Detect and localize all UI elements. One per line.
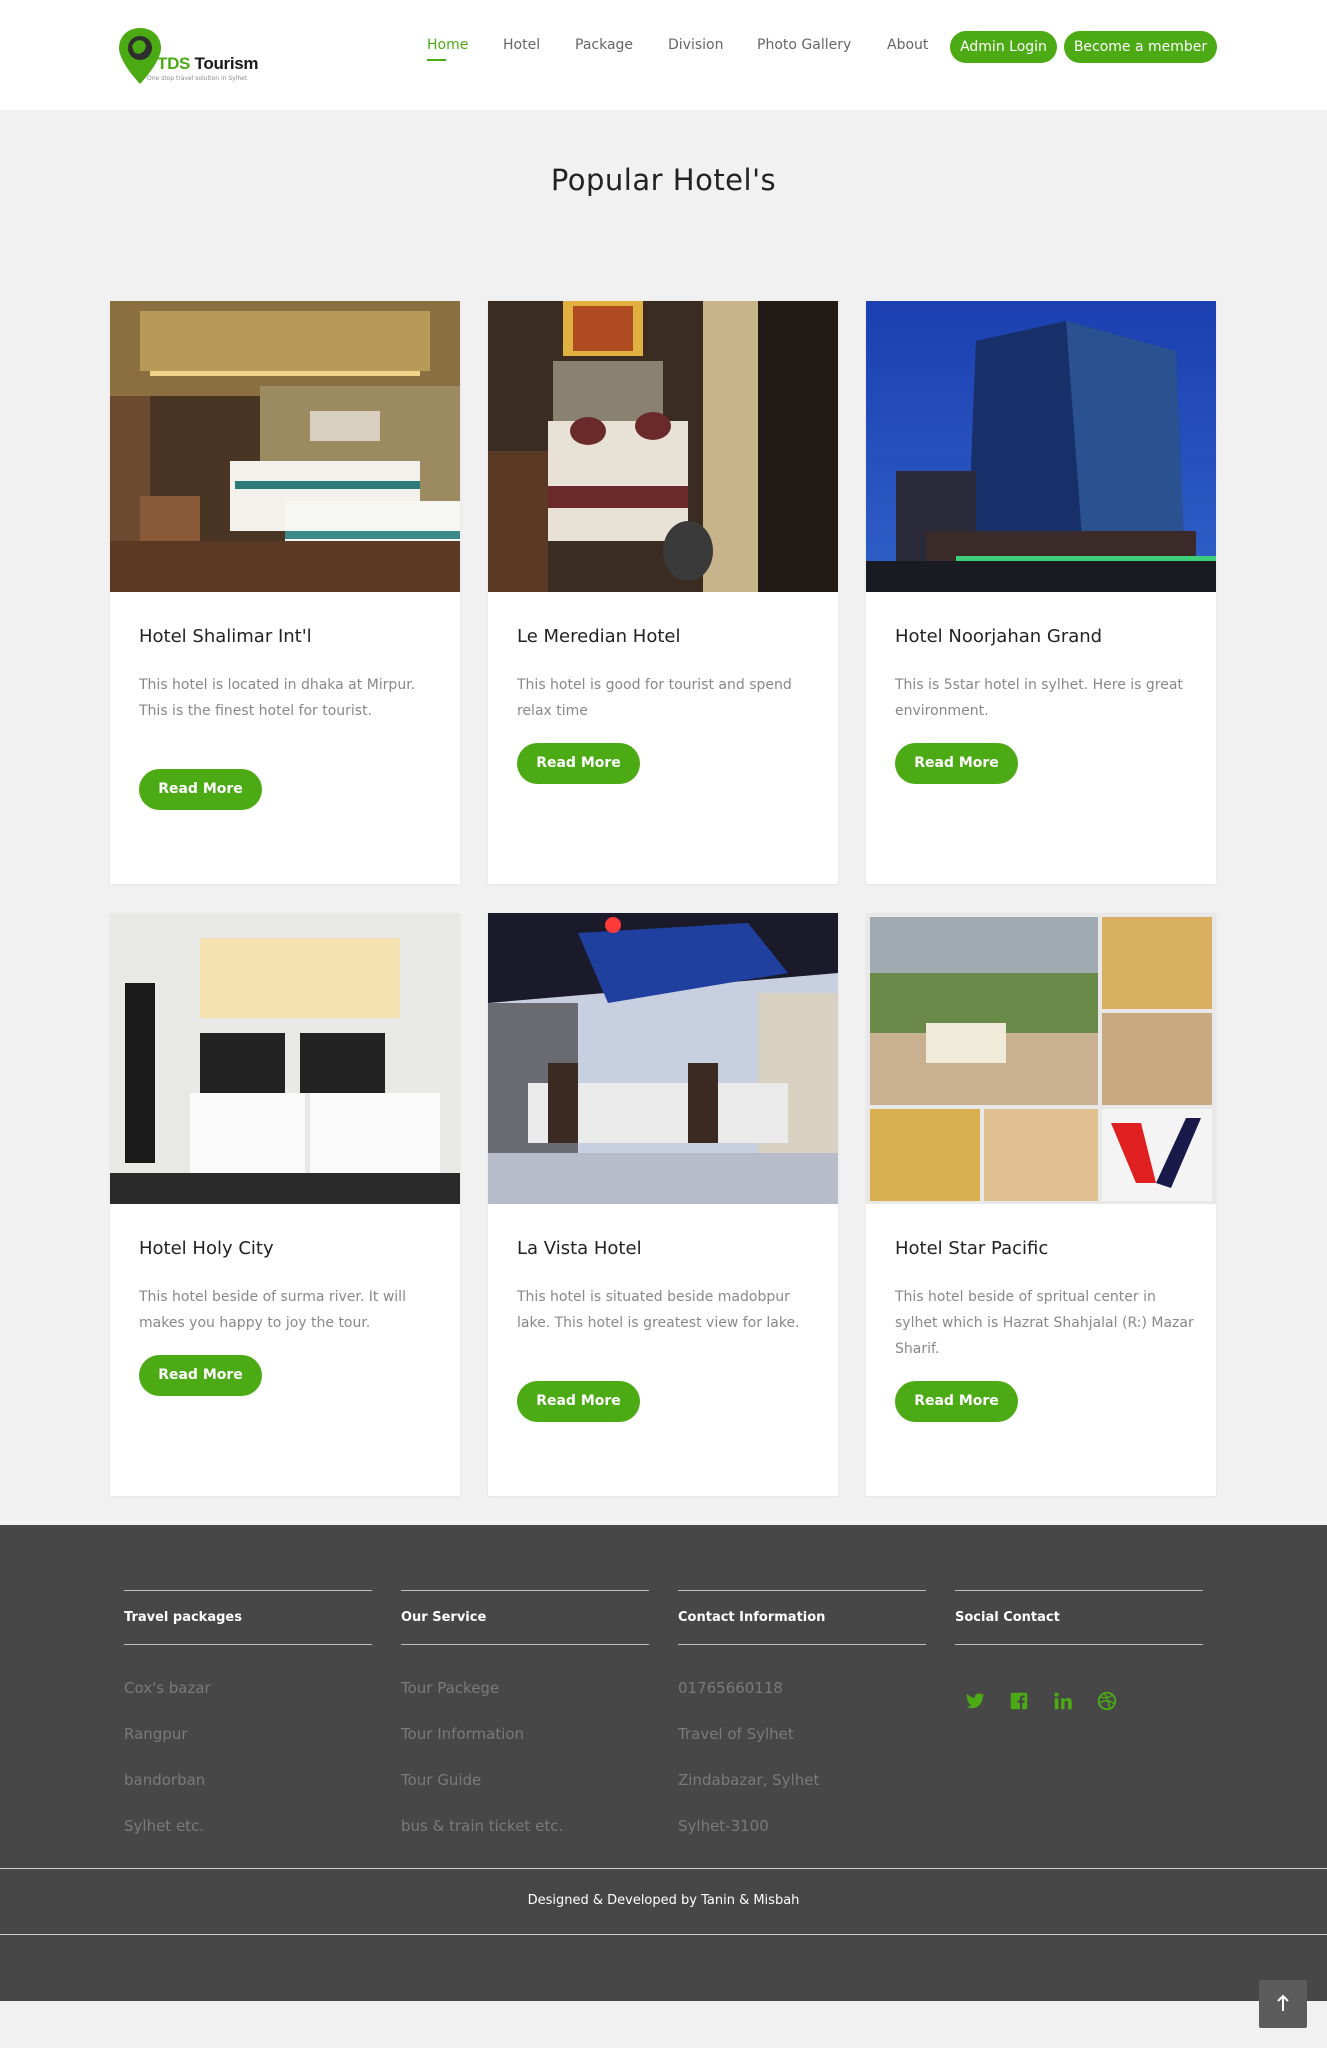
twitter-icon[interactable]: [964, 1690, 986, 1712]
read-more-button[interactable]: Read More: [895, 1381, 1018, 1422]
hotel-image[interactable]: [488, 301, 838, 592]
footer-link[interactable]: Tour Guide: [401, 1771, 481, 1789]
dribbble-icon[interactable]: [1096, 1690, 1118, 1712]
nav-division[interactable]: Division: [668, 37, 723, 53]
footer-heading: Contact Information: [678, 1610, 826, 1625]
read-more-button[interactable]: Read More: [895, 743, 1018, 784]
arrow-up-icon: [1277, 1994, 1289, 2011]
hotel-card: La Vista Hotel This hotel is situated be…: [488, 913, 838, 1496]
footer-link[interactable]: Sylhet etc.: [124, 1817, 204, 1835]
footer-link[interactable]: Cox's bazar: [124, 1679, 211, 1697]
footer-link[interactable]: Rangpur: [124, 1725, 188, 1743]
scroll-to-top-button[interactable]: [1259, 1980, 1307, 2028]
nav-hotel[interactable]: Hotel: [503, 37, 540, 53]
hotel-image[interactable]: [866, 913, 1216, 1204]
divider: [0, 1934, 1327, 1935]
hotel-description: This hotel beside of spritual center in …: [895, 1289, 1194, 1357]
facebook-icon[interactable]: [1008, 1690, 1030, 1712]
hotel-image[interactable]: [110, 301, 460, 592]
contact-line: Zindabazar, Sylhet: [678, 1771, 820, 1789]
admin-login-button[interactable]: Admin Login: [950, 31, 1057, 63]
site-header: TDS Tourism One stop travel solution in …: [0, 0, 1327, 110]
divider: [955, 1644, 1203, 1645]
read-more-button[interactable]: Read More: [139, 769, 262, 810]
divider: [401, 1590, 649, 1591]
footer-heading: Social Contact: [955, 1610, 1060, 1625]
read-more-button[interactable]: Read More: [517, 743, 640, 784]
hotel-description: This is 5star hotel in sylhet. Here is g…: [895, 677, 1183, 719]
hotel-image[interactable]: [866, 301, 1216, 592]
contact-line: Travel of Sylhet: [678, 1725, 794, 1743]
hotel-card: Hotel Shalimar Int'l This hotel is locat…: [110, 301, 460, 884]
footer-link[interactable]: Tour Packege: [401, 1679, 499, 1697]
read-more-button[interactable]: Read More: [139, 1355, 262, 1396]
hotel-name[interactable]: Hotel Shalimar Int'l: [139, 626, 312, 647]
linkedin-icon[interactable]: [1052, 1690, 1074, 1712]
contact-line: Sylhet-3100: [678, 1817, 769, 1835]
main-nav: Home Hotel Package Division Photo Galler…: [0, 0, 1327, 96]
nav-package[interactable]: Package: [575, 37, 633, 53]
read-more-button[interactable]: Read More: [517, 1381, 640, 1422]
divider: [401, 1644, 649, 1645]
hotel-name[interactable]: Hotel Star Pacific: [895, 1238, 1048, 1259]
hotel-description: This hotel beside of surma river. It wil…: [139, 1289, 406, 1331]
nav-active-indicator: [427, 59, 446, 61]
hotel-card: Le Meredian Hotel This hotel is good for…: [488, 301, 838, 884]
divider: [678, 1644, 926, 1645]
hotel-image[interactable]: [488, 913, 838, 1204]
divider: [124, 1590, 372, 1591]
footer-link[interactable]: bus & train ticket etc.: [401, 1817, 563, 1835]
hotel-description: This hotel is located in dhaka at Mirpur…: [139, 677, 416, 719]
footer-heading: Travel packages: [124, 1610, 242, 1625]
divider: [955, 1590, 1203, 1591]
footer-link[interactable]: Tour Information: [401, 1725, 524, 1743]
section-title: Popular Hotel's: [550, 163, 777, 197]
footer-heading: Our Service: [401, 1610, 487, 1625]
become-member-button[interactable]: Become a member: [1064, 31, 1217, 63]
hotel-description: This hotel is situated beside madobpur l…: [517, 1289, 800, 1331]
footer-link[interactable]: bandorban: [124, 1771, 205, 1789]
hotel-name[interactable]: Hotel Holy City: [139, 1238, 274, 1259]
hotel-name[interactable]: Le Meredian Hotel: [517, 626, 680, 647]
nav-about[interactable]: About: [887, 37, 928, 53]
hotel-card: Hotel Noorjahan Grand This is 5star hote…: [866, 301, 1216, 884]
nav-photo-gallery[interactable]: Photo Gallery: [757, 37, 851, 53]
divider: [124, 1644, 372, 1645]
hotel-image[interactable]: [110, 913, 460, 1204]
hotel-card: Hotel Holy City This hotel beside of sur…: [110, 913, 460, 1496]
divider: [678, 1590, 926, 1591]
contact-phone: 01765660118: [678, 1679, 783, 1697]
footer-credit: Designed & Developed by Tanin & Misbah: [527, 1893, 800, 1908]
site-footer: Travel packages Cox's bazar Rangpur band…: [0, 1525, 1327, 2001]
hotel-card: Hotel Star Pacific This hotel beside of …: [866, 913, 1216, 1496]
divider: [0, 1868, 1327, 1869]
hotel-name[interactable]: La Vista Hotel: [517, 1238, 642, 1259]
nav-home[interactable]: Home: [427, 37, 468, 53]
hotel-name[interactable]: Hotel Noorjahan Grand: [895, 626, 1102, 647]
hotel-description: This hotel is good for tourist and spend…: [517, 677, 792, 719]
